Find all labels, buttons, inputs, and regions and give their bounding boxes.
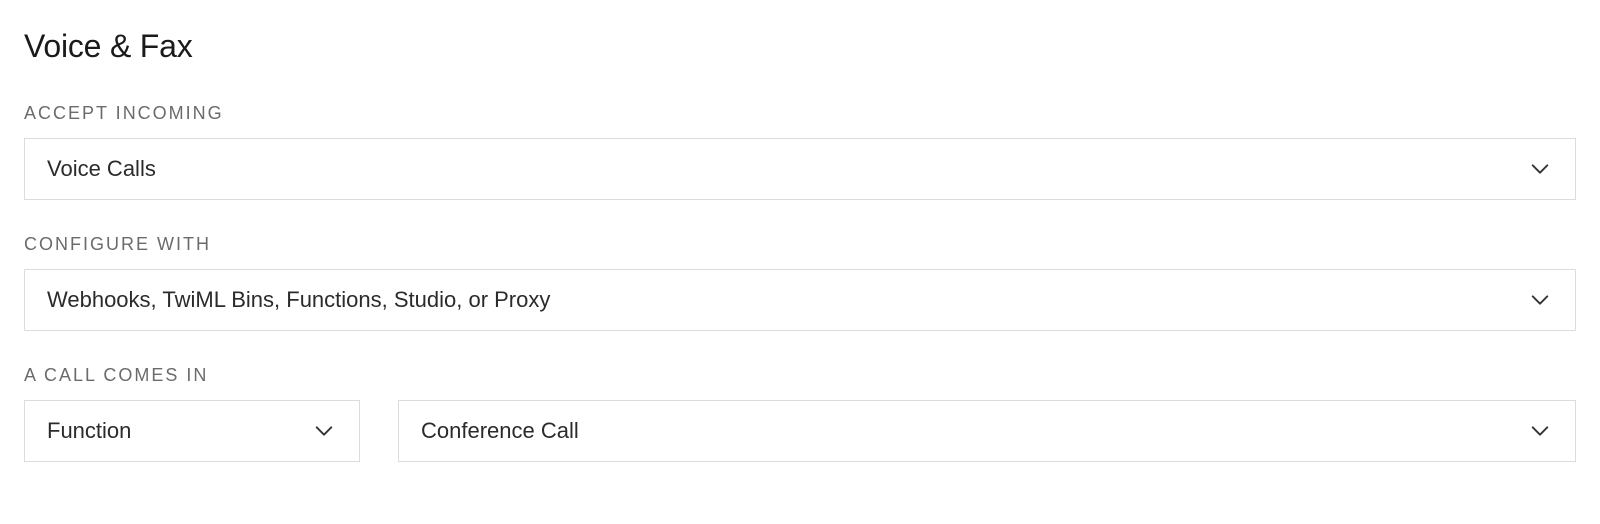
a-call-comes-in-label: A CALL COMES IN (24, 365, 1576, 386)
configure-with-select[interactable]: Webhooks, TwiML Bins, Functions, Studio,… (24, 269, 1576, 331)
field-accept-incoming: ACCEPT INCOMING Voice Calls (24, 103, 1576, 200)
section-title: Voice & Fax (24, 28, 1576, 65)
call-handler-value-select[interactable]: Conference Call (398, 400, 1576, 462)
configure-with-value: Webhooks, TwiML Bins, Functions, Studio,… (47, 287, 550, 313)
field-configure-with: CONFIGURE WITH Webhooks, TwiML Bins, Fun… (24, 234, 1576, 331)
call-handler-type-value: Function (47, 418, 131, 444)
chevron-down-icon (1529, 420, 1551, 442)
accept-incoming-value: Voice Calls (47, 156, 156, 182)
accept-incoming-select[interactable]: Voice Calls (24, 138, 1576, 200)
configure-with-label: CONFIGURE WITH (24, 234, 1576, 255)
call-handler-type-select[interactable]: Function (24, 400, 360, 462)
chevron-down-icon (1529, 289, 1551, 311)
accept-incoming-label: ACCEPT INCOMING (24, 103, 1576, 124)
chevron-down-icon (1529, 158, 1551, 180)
chevron-down-icon (313, 420, 335, 442)
field-a-call-comes-in: A CALL COMES IN Function Conference Call (24, 365, 1576, 462)
call-handler-value: Conference Call (421, 418, 579, 444)
